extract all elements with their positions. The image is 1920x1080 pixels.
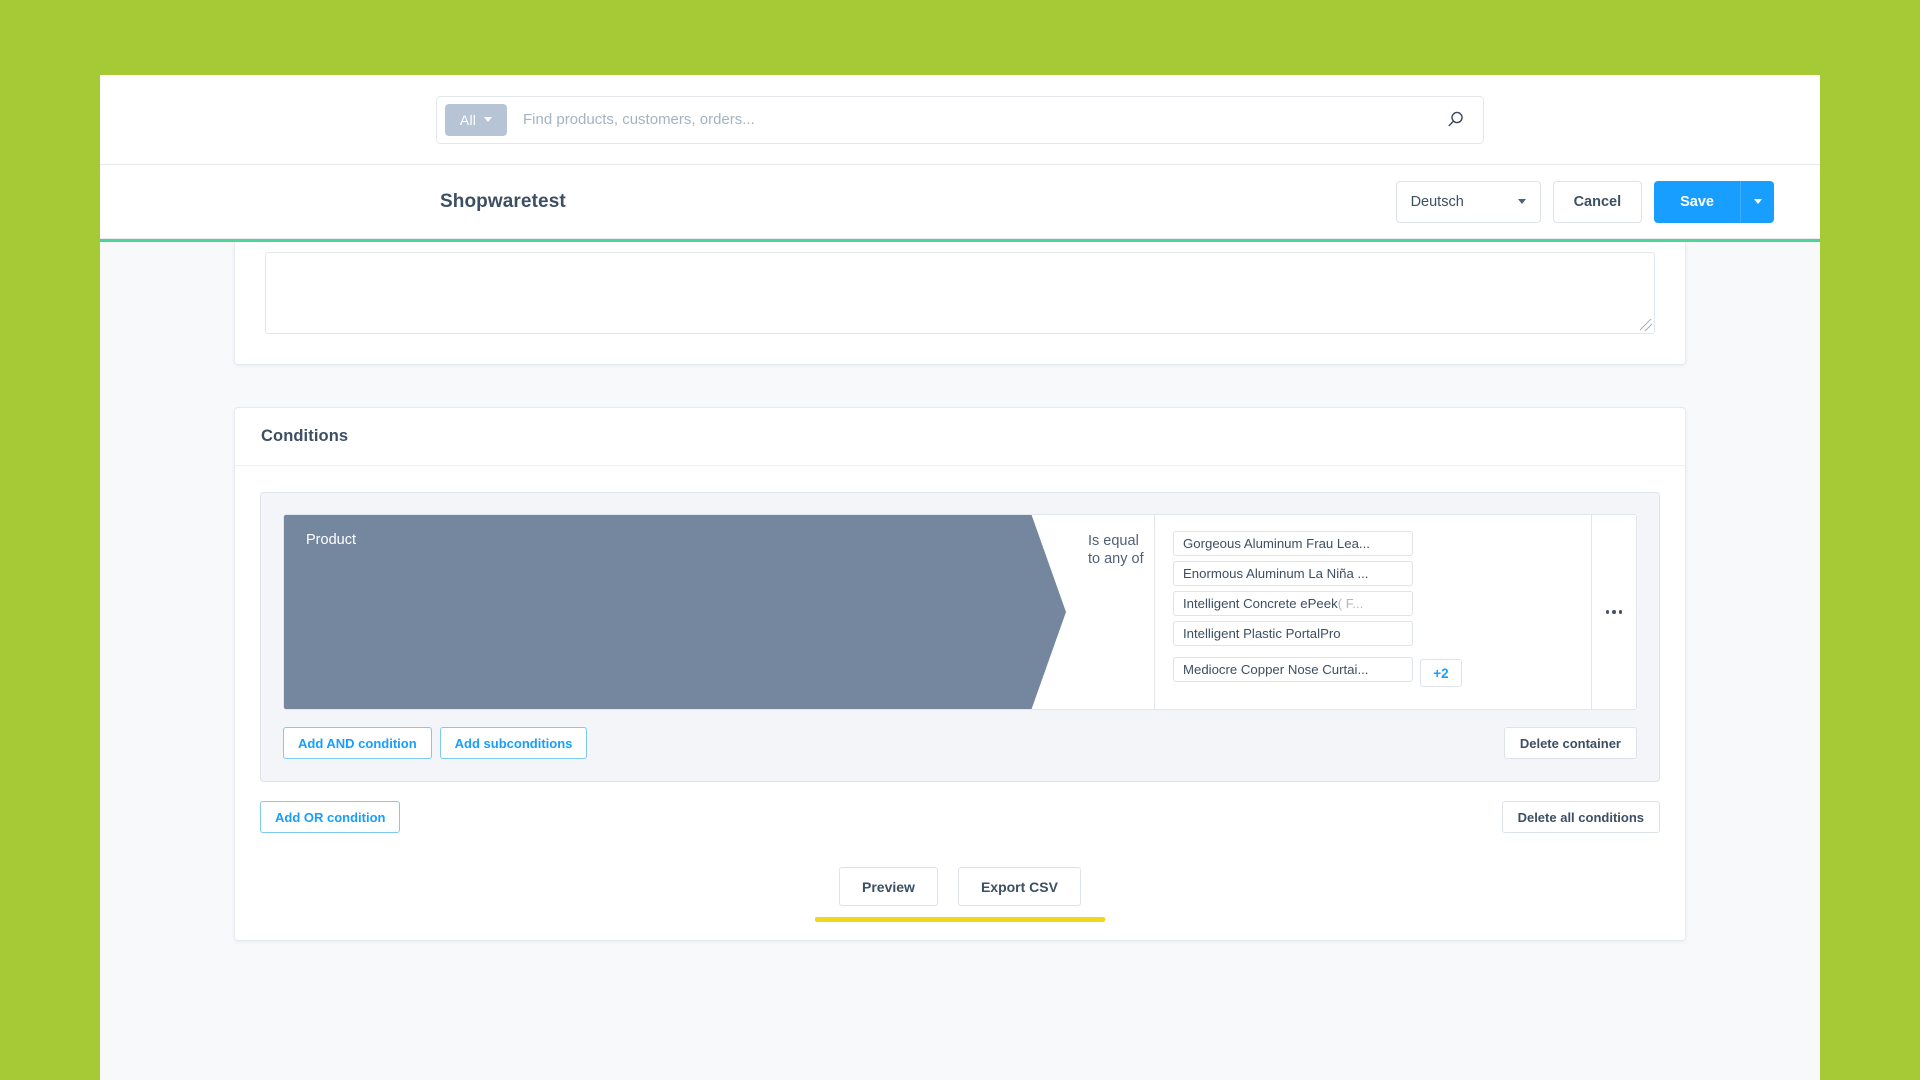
global-search-bar: All (100, 75, 1820, 165)
language-select[interactable]: Deutsch (1395, 180, 1541, 223)
or-container-actions: Add OR condition Delete all conditions (260, 801, 1660, 833)
conditions-card-header: Conditions (235, 408, 1685, 466)
value-chip-label: Intelligent Plastic PortalPro (1183, 626, 1341, 641)
condition-field-label: Product (306, 532, 356, 548)
search-shell[interactable]: All (436, 95, 1484, 144)
ellipsis-icon (1605, 610, 1623, 614)
conditions-footer: Preview Export CSV (260, 833, 1660, 922)
app-window: All Shopwaretest Deutsch Cancel Save (100, 75, 1820, 1080)
chevron-down-icon (484, 117, 493, 122)
value-chip[interactable]: Intelligent Concrete ePeek ( F... (1173, 591, 1413, 616)
condition-operator-label: Is equal to any of (1088, 533, 1144, 567)
smart-bar-actions: Deutsch Cancel Save (1395, 180, 1774, 223)
export-csv-button[interactable]: Export CSV (957, 867, 1081, 906)
condition-values[interactable]: Gorgeous Aluminum Frau Lea... Enormous A… (1155, 515, 1592, 709)
save-options-button[interactable] (1740, 180, 1774, 223)
search-scope-dropdown[interactable]: All (445, 103, 507, 136)
add-subconditions-button[interactable]: Add subconditions (439, 727, 588, 759)
footer-highlight-underline (815, 917, 1105, 922)
search-input[interactable] (523, 96, 1441, 143)
smart-bar: Shopwaretest Deutsch Cancel Save (100, 165, 1820, 239)
condition-operator-selector[interactable]: Is equal to any of (1066, 515, 1155, 709)
conditions-card-body: Product Is equal to any of Gorgeous Alum… (235, 466, 1685, 940)
and-container-actions: Add AND condition Add subconditions Dele… (283, 727, 1637, 759)
value-chip-last-row: Mediocre Copper Nose Curtai... +2 (1173, 651, 1462, 687)
search-scope-label: All (459, 111, 477, 128)
value-chip[interactable]: Mediocre Copper Nose Curtai... (1173, 656, 1413, 682)
value-chip[interactable]: Intelligent Plastic PortalPro (1173, 621, 1413, 646)
language-select-value: Deutsch (1410, 193, 1464, 210)
condition-row: Product Is equal to any of Gorgeous Alum… (283, 514, 1637, 710)
value-chip-label: Enormous Aluminum La Niña ... (1183, 566, 1369, 581)
preview-button[interactable]: Preview (839, 867, 938, 906)
conditions-title: Conditions (261, 427, 349, 445)
resize-grip-icon[interactable] (1640, 319, 1652, 331)
save-button-group: Save (1654, 180, 1774, 223)
or-condition-container: Product Is equal to any of Gorgeous Alum… (260, 492, 1660, 782)
delete-container-button[interactable]: Delete container (1503, 727, 1637, 759)
content-area: Conditions Product Is equal to any of Go… (100, 242, 1820, 1080)
value-chip-label: Mediocre Copper Nose Curtai... (1183, 661, 1369, 677)
search-icon[interactable] (1441, 106, 1469, 134)
description-card (234, 242, 1686, 365)
value-overflow-badge[interactable]: +2 (1420, 659, 1462, 687)
save-button[interactable]: Save (1654, 180, 1740, 223)
description-textarea[interactable] (265, 252, 1655, 334)
chevron-down-icon (1517, 199, 1526, 204)
condition-context-menu-button[interactable] (1592, 515, 1636, 709)
page-title: Shopwaretest (440, 190, 566, 212)
add-and-condition-button[interactable]: Add AND condition (283, 727, 432, 759)
value-chip[interactable]: Enormous Aluminum La Niña ... (1173, 561, 1413, 586)
condition-field-selector[interactable]: Product (284, 515, 1066, 709)
conditions-card: Conditions Product Is equal to any of Go… (234, 407, 1686, 941)
value-chip[interactable]: Gorgeous Aluminum Frau Lea... (1173, 531, 1413, 556)
cancel-button[interactable]: Cancel (1552, 180, 1643, 223)
add-or-condition-button[interactable]: Add OR condition (260, 801, 401, 833)
value-chip-suffix: ( F... (1337, 596, 1364, 611)
delete-all-conditions-button[interactable]: Delete all conditions (1501, 801, 1660, 833)
value-chip-label: Gorgeous Aluminum Frau Lea... (1183, 536, 1370, 551)
chevron-down-icon (1753, 199, 1762, 204)
value-chip-label: Intelligent Concrete ePeek (1183, 596, 1338, 611)
